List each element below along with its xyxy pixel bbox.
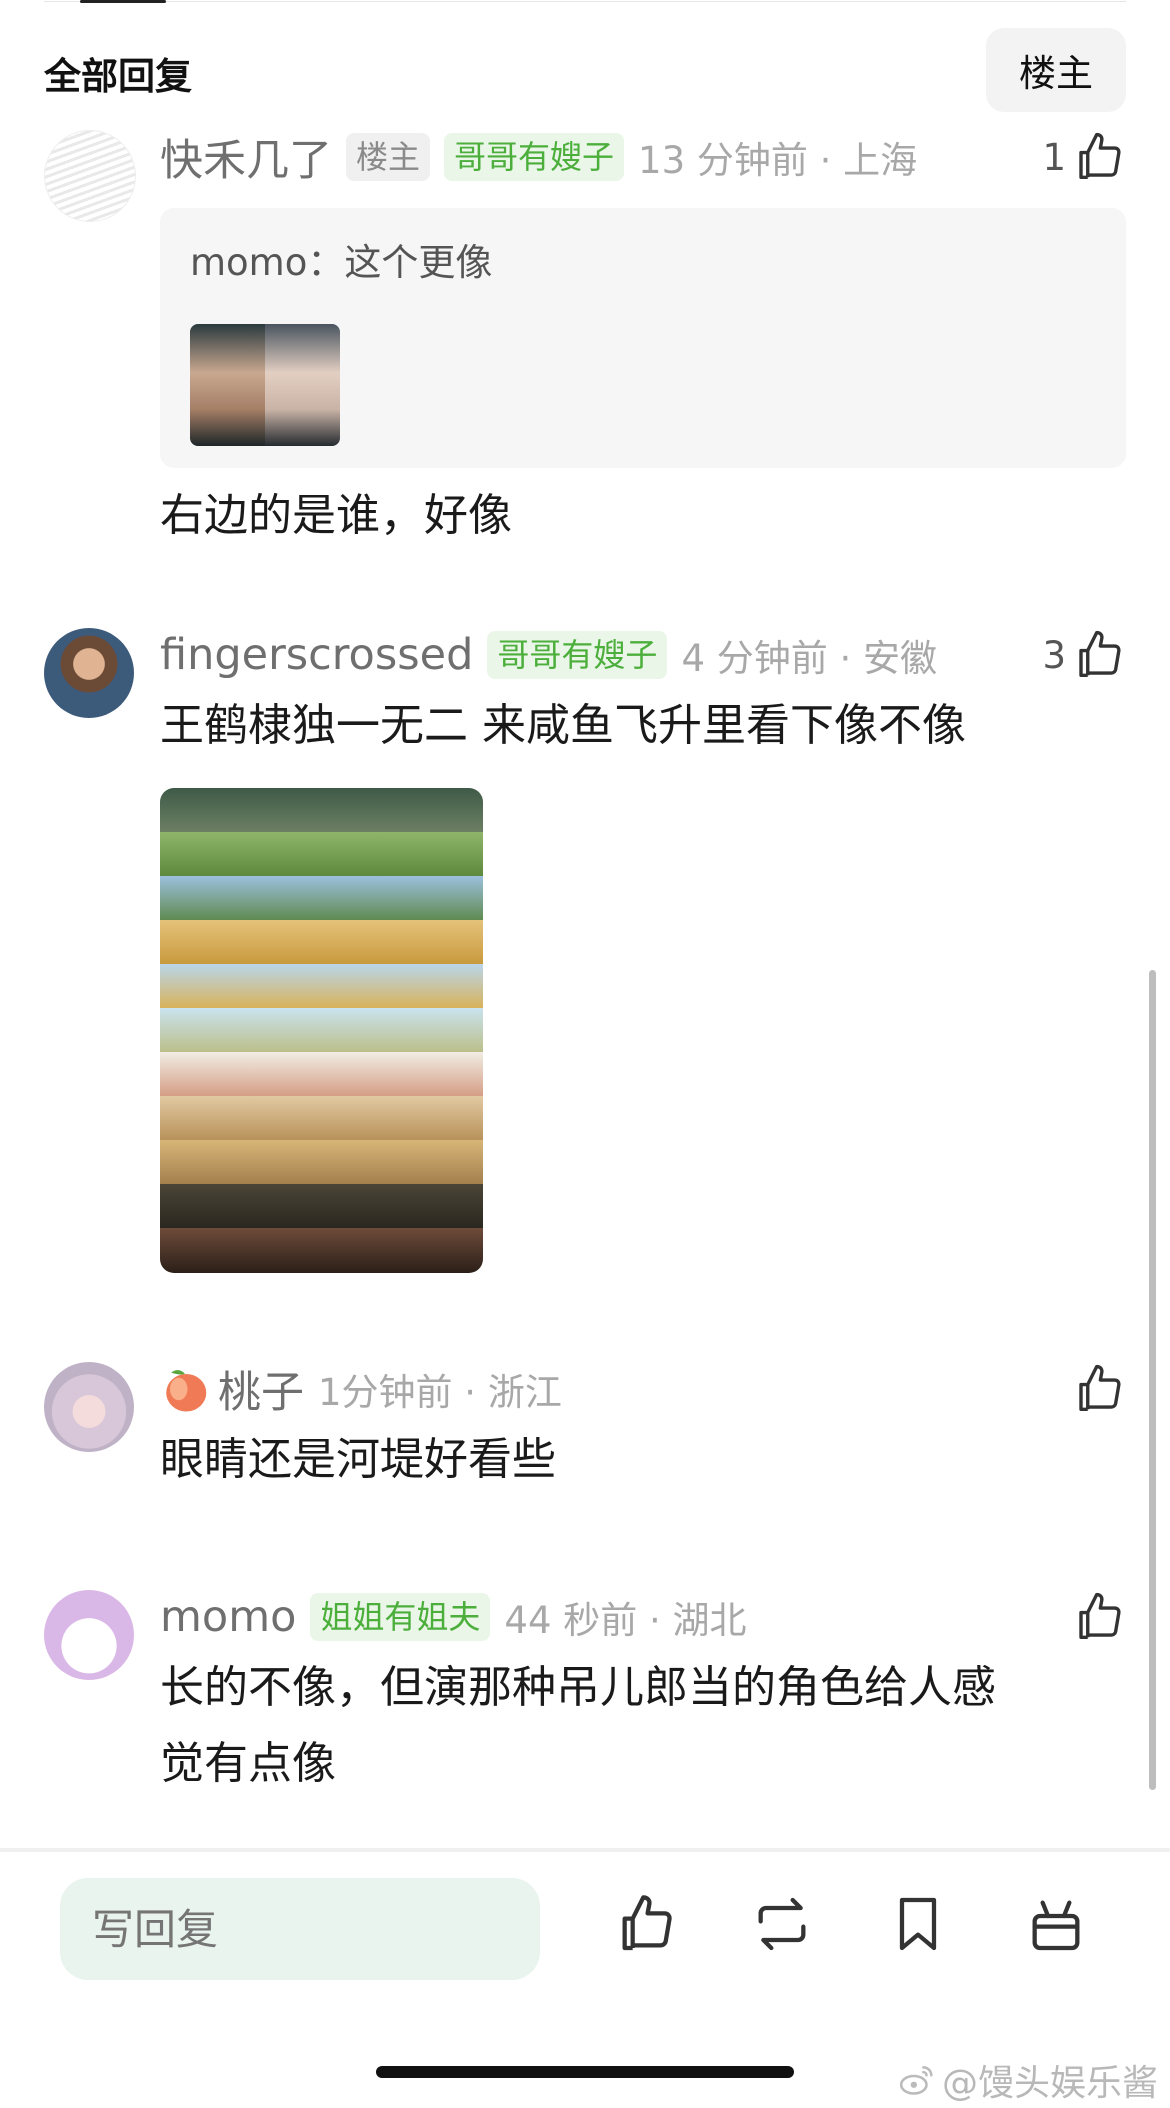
- weibo-logo-icon: [899, 2066, 933, 2095]
- quoted-text: momo：这个更像: [190, 241, 493, 284]
- collage-band: [160, 876, 483, 920]
- collage-band: [160, 920, 483, 964]
- collage-band: [160, 1096, 483, 1140]
- collage-band: [160, 1140, 483, 1184]
- thumbs-up-icon: [1079, 630, 1121, 677]
- avatar[interactable]: [44, 1590, 134, 1680]
- face-right: [265, 324, 340, 446]
- timestamp-location: 4 分钟前 · 安徽: [681, 637, 938, 680]
- like-button[interactable]: 3: [1042, 628, 1126, 682]
- repost-icon[interactable]: [750, 1892, 814, 1956]
- collage-band: [160, 832, 483, 876]
- scrollbar[interactable]: [1149, 970, 1156, 1790]
- collage-band: [160, 1184, 483, 1228]
- thumbs-up-icon: [1079, 1592, 1121, 1639]
- reply-input[interactable]: [60, 1878, 540, 1980]
- peach-emoji-icon: [166, 1370, 207, 1412]
- bookmark-icon[interactable]: [886, 1892, 950, 1956]
- badge: 哥哥有嫂子: [487, 631, 668, 679]
- section-title: 全部回复: [44, 55, 192, 98]
- badge: 姐姐有姐夫: [310, 1593, 491, 1641]
- watermark-text: @馒头娱乐酱: [941, 2063, 1158, 2104]
- replies-header: 全部回复 楼主: [44, 24, 1126, 114]
- like-post-icon[interactable]: [614, 1892, 678, 1956]
- comment-text-line: 长的不像，但演那种吊儿郎当的角色给人感: [160, 1662, 996, 1713]
- face-left: [190, 324, 265, 446]
- timestamp-location: 13 分钟前 · 上海: [638, 139, 918, 182]
- thumbs-up-icon: [1079, 132, 1121, 179]
- timestamp-location: 1分钟前 · 浙江: [318, 1371, 562, 1414]
- watermark: @馒头娱乐酱: [898, 2054, 1158, 2106]
- like-button[interactable]: [1072, 1362, 1126, 1416]
- timestamp-location: 44 秒前 · 湖北: [504, 1599, 747, 1642]
- avatar[interactable]: [44, 1362, 134, 1452]
- thumbs-up-icon: [1079, 1364, 1121, 1411]
- username[interactable]: 桃子: [218, 1358, 304, 1420]
- like-count: 3: [1042, 633, 1066, 677]
- avatar[interactable]: [44, 130, 136, 222]
- owner-tag: 楼主: [346, 133, 431, 181]
- quoted-image[interactable]: [190, 324, 340, 446]
- home-indicator: [376, 2066, 794, 2078]
- collage-band: [160, 964, 483, 1008]
- owner-only-button[interactable]: 楼主: [986, 28, 1126, 112]
- tab-indicator: [80, 0, 166, 3]
- comment-text-line: 觉有点像: [160, 1738, 336, 1789]
- bottom-action-bar: [0, 1852, 1170, 2022]
- username[interactable]: momo: [160, 1592, 296, 1642]
- collage-band: [160, 1052, 483, 1096]
- collage-band: [160, 1008, 483, 1052]
- quoted-reply[interactable]: momo：这个更像: [160, 208, 1126, 468]
- image-collage[interactable]: [160, 788, 483, 1273]
- collage-band: [160, 788, 483, 832]
- top-divider: [44, 1, 1126, 2]
- badge: 哥哥有嫂子: [444, 133, 625, 181]
- comment-text: 王鹤棣独一无二 来咸鱼飞升里看下像不像: [160, 700, 966, 751]
- comment-meta: 桃子 1分钟前 · 浙江: [160, 1362, 1126, 1418]
- comment-text: 长的不像，但演那种吊儿郎当的角色给人感 觉有点像: [160, 1650, 1126, 1802]
- like-button[interactable]: [1072, 1590, 1126, 1644]
- avatar[interactable]: [44, 628, 134, 718]
- collage-band: [160, 1228, 483, 1273]
- like-button[interactable]: 1: [1042, 130, 1126, 184]
- comment-text: 眼睛还是河堤好看些: [160, 1434, 556, 1485]
- gift-icon[interactable]: [1024, 1892, 1088, 1956]
- comment-meta: momo 姐姐有姐夫 44 秒前 · 湖北: [160, 1590, 1126, 1644]
- username[interactable]: 快禾几了: [160, 126, 332, 188]
- username[interactable]: fingerscrossed: [160, 630, 473, 680]
- comment-meta: 快禾几了 楼主 哥哥有嫂子 13 分钟前 · 上海: [160, 130, 1126, 186]
- comment-text: 右边的是谁，好像: [160, 490, 512, 541]
- like-count: 1: [1042, 135, 1066, 179]
- comment-meta: fingerscrossed 哥哥有嫂子 4 分钟前 · 安徽: [160, 628, 1126, 682]
